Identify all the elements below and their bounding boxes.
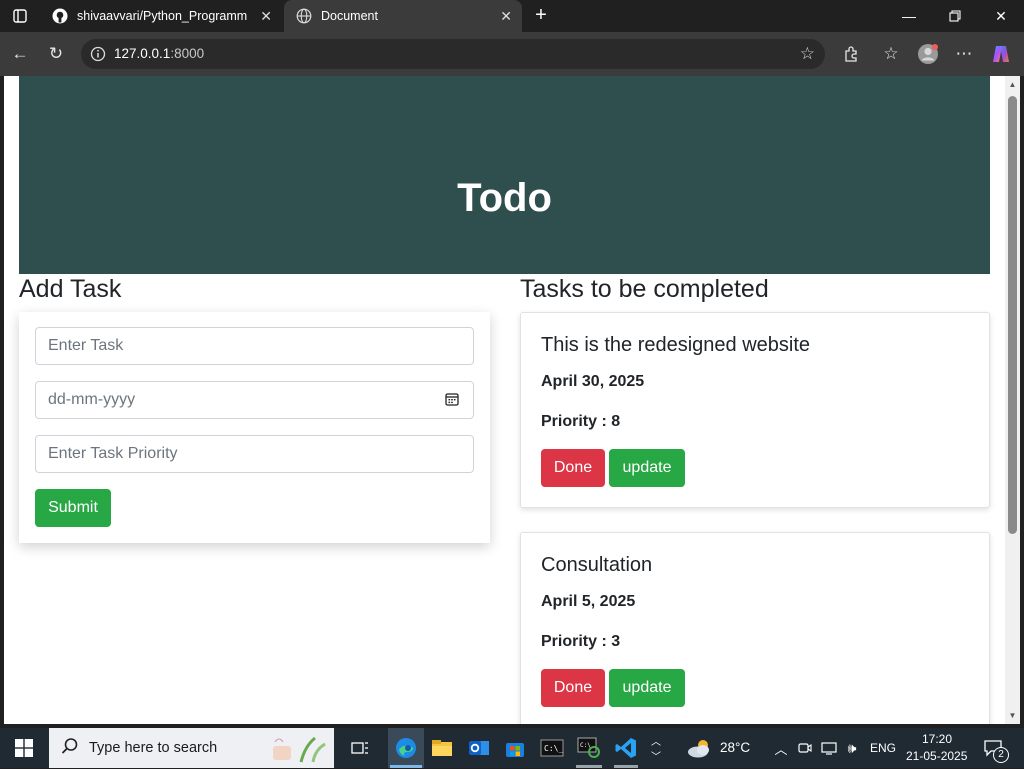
url-text: 127.0.0.1:8000	[114, 46, 204, 61]
outlook-icon[interactable]	[463, 728, 495, 768]
restore-icon[interactable]	[932, 0, 978, 32]
add-task-heading: Add Task	[19, 275, 122, 303]
submit-button[interactable]: Submit	[35, 489, 111, 527]
task-view-icon[interactable]	[346, 728, 374, 768]
new-tab-icon[interactable]: +	[530, 4, 552, 26]
tab-actions-icon[interactable]	[9, 5, 31, 27]
tasks-heading: Tasks to be completed	[520, 275, 769, 303]
task-title: This is the redesigned website	[541, 334, 811, 356]
favorite-star-icon[interactable]: ☆	[800, 44, 815, 64]
address-bar[interactable]: 127.0.0.1:8000 ☆	[81, 39, 825, 69]
show-hidden-icons-icon[interactable]: ︿	[772, 728, 790, 768]
search-highlight-icon	[267, 732, 331, 769]
priority-input[interactable]: Enter Task Priority	[35, 435, 474, 473]
windows-start-icon[interactable]	[8, 728, 40, 768]
done-button[interactable]: Done	[541, 669, 605, 707]
scroll-down-icon[interactable]: ▼	[1008, 711, 1017, 720]
vscode-icon[interactable]	[610, 728, 642, 768]
tab-github[interactable]: shivaavvari/Python_Programming ✕	[40, 0, 282, 32]
globe-icon	[296, 8, 312, 24]
window-edge	[1020, 76, 1024, 724]
info-icon[interactable]	[90, 46, 106, 62]
store-icon[interactable]	[499, 728, 531, 768]
hero-banner: Todo	[19, 76, 990, 274]
update-button[interactable]: update	[609, 669, 685, 707]
language-indicator[interactable]: ENG	[870, 741, 896, 755]
tab-close-icon[interactable]: ✕	[260, 8, 272, 25]
tab-close-icon[interactable]: ✕	[500, 8, 512, 25]
meet-now-icon[interactable]	[796, 728, 814, 768]
task-input-placeholder: Enter Task	[48, 337, 124, 354]
weather-icon[interactable]	[684, 728, 716, 768]
calendar-icon[interactable]	[445, 392, 459, 406]
url-host: 127.0.0.1	[114, 46, 171, 61]
task-date: April 30, 2025	[541, 373, 645, 390]
weather-temperature: 28°C	[720, 740, 751, 755]
task-card: This is the redesigned website April 30,…	[520, 312, 990, 508]
extensions-icon[interactable]	[840, 43, 862, 65]
task-input[interactable]: Enter Task	[35, 327, 474, 365]
add-task-form: Enter Task dd-mm-yyyy Enter Task Priorit…	[19, 312, 490, 543]
network-icon[interactable]	[820, 728, 838, 768]
tab-title: Document	[321, 9, 378, 23]
profile-avatar[interactable]	[917, 43, 939, 65]
cmd-app-icon[interactable]: C:\	[573, 728, 605, 768]
taskbar-search[interactable]: Type here to search	[49, 728, 334, 768]
page-scrollbar[interactable]: ▲ ▼	[1005, 76, 1020, 724]
minimize-icon[interactable]: —	[886, 0, 932, 32]
task-date: April 5, 2025	[541, 593, 636, 610]
taskbar-overflow-icon[interactable]: ︿ ﹀	[648, 728, 664, 768]
terminal-icon[interactable]: C:\_	[536, 728, 568, 768]
page-viewport: Todo Add Task Tasks to be completed Ente…	[4, 76, 1005, 724]
svg-text:C:\: C:\	[580, 742, 591, 749]
clock-time[interactable]: 17:20	[922, 732, 952, 746]
volume-icon[interactable]: 🕪	[843, 728, 861, 768]
update-button[interactable]: update	[609, 449, 685, 487]
task-priority: Priority : 3	[541, 633, 621, 650]
more-options-icon[interactable]: ⋯	[953, 43, 975, 65]
search-placeholder: Type here to search	[89, 740, 218, 756]
edge-taskbar-icon[interactable]	[388, 728, 424, 768]
tab-title: shivaavvari/Python_Programming	[77, 9, 247, 23]
github-icon	[52, 8, 68, 24]
scroll-up-icon[interactable]: ▲	[1008, 80, 1017, 89]
tab-document[interactable]: Document ✕	[284, 0, 522, 32]
done-button[interactable]: Done	[541, 449, 605, 487]
task-title: Consultation	[541, 554, 653, 576]
date-input-placeholder: dd-mm-yyyy	[48, 391, 136, 408]
close-window-icon[interactable]: ✕	[978, 0, 1024, 32]
page-title: Todo	[457, 176, 552, 220]
refresh-icon[interactable]: ↻	[45, 43, 67, 65]
clock-date[interactable]: 21-05-2025	[906, 749, 967, 763]
search-icon	[61, 737, 79, 760]
task-card: Consultation April 5, 2025 Priority : 3 …	[520, 532, 990, 724]
favorites-icon[interactable]: ☆	[880, 43, 902, 65]
browser-toolbar: ← ↻ 127.0.0.1:8000 ☆ ☆ ⋯	[0, 32, 1024, 76]
priority-input-placeholder: Enter Task Priority	[48, 445, 178, 462]
url-port: :8000	[170, 46, 205, 61]
date-input[interactable]: dd-mm-yyyy	[35, 381, 474, 419]
svg-text:C:\_: C:\_	[544, 744, 563, 753]
notification-badge: 2	[993, 747, 1009, 763]
copilot-icon[interactable]	[990, 43, 1012, 65]
tab-strip: shivaavvari/Python_Programming ✕ Documen…	[0, 0, 1024, 32]
file-explorer-icon[interactable]	[426, 728, 458, 768]
task-priority: Priority : 8	[541, 413, 621, 430]
scrollbar-thumb[interactable]	[1008, 96, 1017, 534]
windows-taskbar: Type here to search C:\_ C:\ ︿﹀ 28°C ︿	[0, 728, 1024, 768]
back-icon[interactable]: ←	[9, 43, 31, 65]
